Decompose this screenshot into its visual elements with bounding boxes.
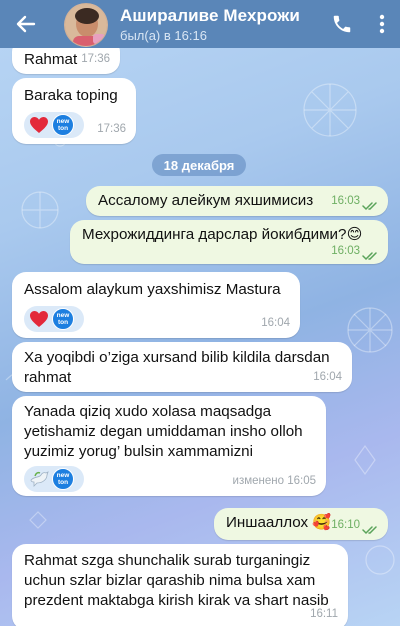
message-time: изменено 16:05	[233, 471, 316, 491]
message-text: Rahmat	[24, 51, 78, 68]
message-text-line: uchun szlar bizlar qarashib nima bulsa x…	[24, 572, 316, 589]
message-outgoing[interactable]: Ассалому алейкум яхшимисиз 16:03	[86, 186, 388, 216]
message-time: 17:36	[97, 123, 126, 135]
message-incoming[interactable]: Xa yoqibdi o’ziga xursand bilib kildila …	[12, 342, 352, 392]
message-time: 16:03	[331, 195, 360, 207]
message-incoming[interactable]: Yanada qiziq xudo xolasa maqsadga yetish…	[12, 396, 326, 496]
message-text: Baraka toping	[24, 87, 118, 104]
contact-info[interactable]: Ашираливе Мехрожи был(а) в 16:16	[120, 6, 320, 43]
message-text: Иншааллох	[226, 514, 309, 531]
message-text-line: Xa yoqibdi o’ziga xursand bilib kildila …	[24, 349, 330, 366]
newton-avatar-badge: new ton	[51, 308, 75, 330]
edited-label: изменено	[232, 475, 285, 487]
message-text-line: rahmat	[24, 369, 72, 386]
red-heart-icon	[27, 114, 51, 136]
read-double-check-icon	[362, 526, 377, 535]
phone-icon	[333, 15, 351, 33]
message-outgoing[interactable]: Иншааллох 🥰 16:10	[214, 508, 388, 540]
message-text-line: Rahmat szga shunchalik surab turganingiz	[24, 552, 311, 569]
message-time: 16:11	[310, 608, 338, 620]
newton-avatar-badge: new ton	[51, 114, 75, 136]
message-time: 17:36	[81, 53, 110, 65]
message-time: 16:04	[313, 371, 342, 383]
reaction-bar[interactable]: new ton	[24, 466, 84, 492]
more-vertical-icon	[379, 14, 385, 34]
chat-header: Ашираливе Мехрожи был(а) в 16:16	[0, 0, 400, 48]
badge-line1: new	[56, 118, 70, 125]
reaction-bar[interactable]: new ton	[24, 112, 84, 138]
badge-line2: ton	[57, 479, 69, 486]
message-time: 16:04	[261, 317, 290, 329]
badge-line2: ton	[57, 319, 69, 326]
call-button[interactable]	[320, 0, 364, 48]
read-double-check-icon	[362, 252, 377, 261]
dove-icon	[27, 468, 51, 490]
badge-line2: ton	[57, 125, 69, 132]
badge-line1: new	[56, 472, 70, 479]
message-text: Assalom alaykum yaxshimisz Mastura	[24, 281, 281, 298]
time-value: 16:05	[287, 475, 316, 487]
message-incoming[interactable]: Baraka toping new ton 17:36	[12, 78, 136, 144]
message-time: 16:03	[331, 245, 360, 257]
back-button[interactable]	[0, 0, 52, 48]
message-outgoing[interactable]: Мехрожиддинга дарслар йокибдими?😊 16:03	[70, 220, 388, 264]
message-text-line: Yanada qiziq xudo xolasa maqsadga	[24, 403, 272, 420]
avatar-image	[65, 4, 107, 46]
date-separator: 18 декабря	[152, 154, 246, 176]
badge-line1: new	[56, 312, 70, 319]
hugging-face-icon: 🥰	[312, 514, 332, 531]
contact-name: Ашираливе Мехрожи	[120, 5, 300, 25]
message-text-line: yuzimiz yorug’ bulsin xammamizni	[24, 443, 253, 460]
contact-avatar[interactable]	[64, 3, 108, 47]
message-time: 16:10	[331, 519, 360, 531]
message-text: Мехрожиддинга дарслар йокибдими?	[82, 226, 347, 243]
back-arrow-icon	[16, 15, 36, 33]
message-text-line: yetishamiz degan umiddaman insho olloh	[24, 423, 303, 440]
last-seen-status: был(а) в 16:16	[120, 27, 207, 43]
read-double-check-icon	[362, 202, 377, 211]
message-text-line: prezdent maktabga kirish kirak va shart …	[24, 592, 329, 609]
red-heart-icon	[27, 308, 51, 330]
more-menu-button[interactable]	[364, 0, 400, 48]
reaction-bar[interactable]: new ton	[24, 306, 84, 332]
message-text: Ассалому алейкум яхшимисиз	[98, 192, 314, 209]
message-incoming[interactable]: Rahmat szga shunchalik surab turganingiz…	[12, 544, 348, 626]
message-incoming[interactable]: Assalom alaykum yaxshimisz Mastura new to…	[12, 272, 300, 338]
newton-avatar-badge: new ton	[51, 468, 75, 490]
